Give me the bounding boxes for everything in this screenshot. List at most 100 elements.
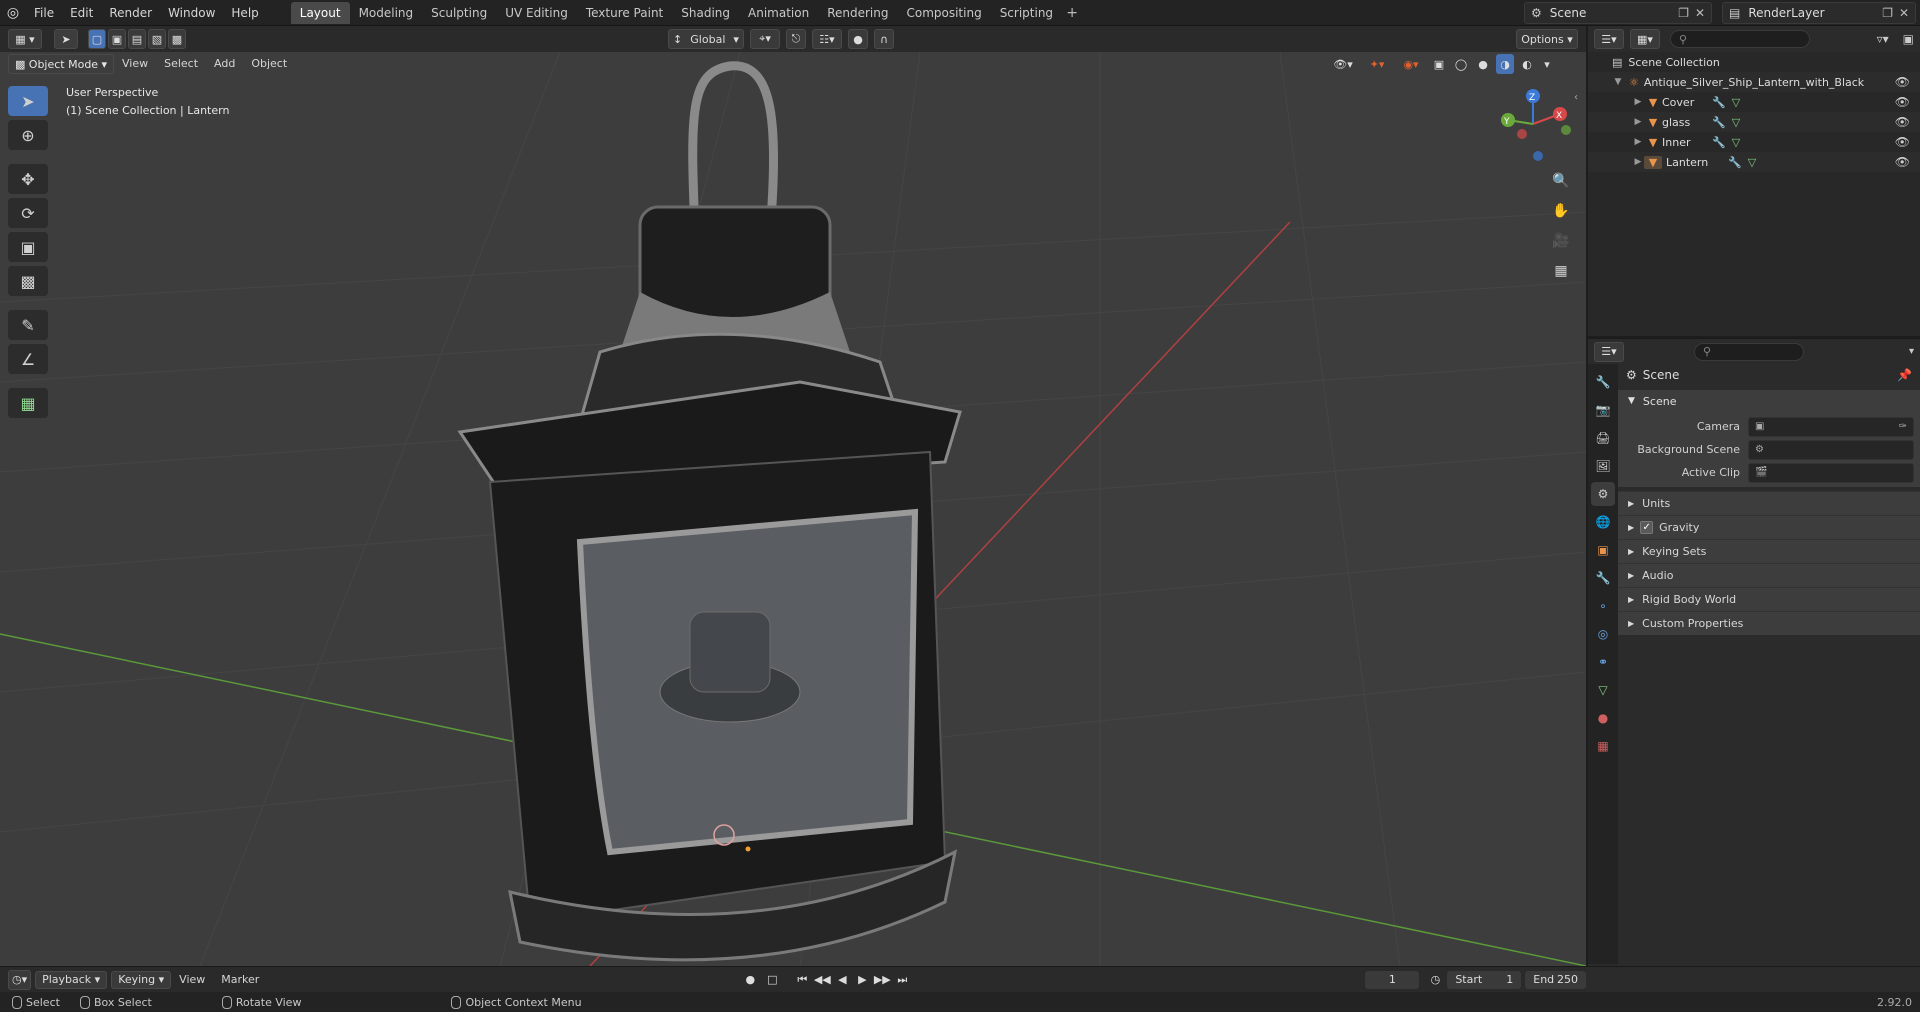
scale-tool-icon[interactable]: ▣ [8,232,48,262]
modifier-icon[interactable]: 🔧 [1712,136,1726,149]
close-icon[interactable]: ✕ [1899,6,1909,20]
select-box-tool-icon[interactable]: ➤ [8,86,48,116]
measure-tool-icon[interactable]: ∠ [8,344,48,374]
editor-type-button[interactable]: ▦ ▾ [8,29,42,49]
copy-icon[interactable]: ❐ [1678,6,1689,20]
tab-texture-paint[interactable]: Texture Paint [577,2,672,24]
camera-field[interactable]: ▣ ✑ [1748,416,1914,437]
viewport-menu-add[interactable]: Add [206,54,243,74]
eye-icon[interactable]: 👁 [1895,155,1910,169]
scene-selector[interactable]: ⚙ Scene ❐ ✕ [1524,2,1712,24]
transform-tool-icon[interactable]: ▩ [8,266,48,296]
display-mode-icon[interactable]: ☰▾ [1594,29,1624,49]
3d-viewport[interactable]: Z X Y User Perspective (1) Scene Collect… [0,52,1586,966]
chevron-right-icon[interactable]: ▶ [1632,97,1644,107]
clock-icon[interactable]: ◷ [1429,971,1441,989]
auto-key-icon[interactable]: □ [761,971,783,989]
view-layer-tab-icon[interactable]: 🖼 [1591,454,1615,478]
keying-dropdown[interactable]: Keying ▾ [111,970,172,989]
tab-layout[interactable]: Layout [290,1,350,24]
close-icon[interactable]: ✕ [1695,6,1705,20]
snap-target-icon[interactable]: ☷▾ [812,29,842,49]
rendered-shading-icon[interactable]: ◐ [1518,54,1536,74]
tab-sculpting[interactable]: Sculpting [422,2,496,24]
background-scene-field[interactable]: ⚙ [1748,439,1914,460]
cursor-tool-icon[interactable]: ⊕ [8,120,48,150]
editor-type-button[interactable]: ☰▾ [1594,341,1624,362]
filter-icon[interactable]: ▿▾ [1877,32,1889,46]
start-frame-field[interactable]: Start 1 [1447,970,1522,989]
add-cube-tool-icon[interactable]: ▦ [8,388,48,418]
custom-properties-panel[interactable]: ▶ Custom Properties [1618,611,1920,635]
camera-view-icon[interactable]: 🎥 [1548,228,1574,254]
solid-shading-icon[interactable]: ● [1474,54,1492,74]
units-panel[interactable]: ▶ Units [1618,491,1920,515]
outliner-object-inner[interactable]: ▶ ▼ Inner 🔧 ▽ 👁 [1588,132,1920,152]
timeline-menu-view[interactable]: View [171,973,213,986]
menu-help[interactable]: Help [223,2,266,24]
chevron-right-icon[interactable]: ▶ [1632,137,1644,147]
editor-type-button[interactable]: ◷▾ [8,969,32,990]
outliner-search-input[interactable]: ⚲ [1670,30,1810,48]
chevron-down-icon[interactable]: ▼ [1612,77,1624,87]
gravity-panel[interactable]: ▶ ✓ Gravity [1618,515,1920,539]
playback-dropdown[interactable]: Playback ▾ [35,970,108,989]
rigid-body-world-panel[interactable]: ▶ Rigid Body World [1618,587,1920,611]
wireframe-shading-icon[interactable]: ◯ [1452,54,1470,74]
new-collection-icon[interactable]: ▣ [1903,32,1914,46]
chevron-down-icon[interactable]: ▾ [1540,54,1554,74]
move-tool-icon[interactable]: ✥ [8,164,48,194]
tab-uv-editing[interactable]: UV Editing [496,2,577,24]
pin-icon[interactable]: 📌 [1897,368,1912,382]
jump-end-icon[interactable]: ⏭ [893,971,911,989]
next-keyframe-icon[interactable]: ▶▶ [873,971,891,989]
viewport-menu-object[interactable]: Object [243,54,295,74]
menu-render[interactable]: Render [101,2,160,24]
add-workspace-icon[interactable]: + [1062,2,1082,24]
physics-tab-icon[interactable]: ◎ [1591,622,1615,646]
audio-panel[interactable]: ▶ Audio [1618,563,1920,587]
gravity-checkbox[interactable]: ✓ [1640,521,1654,534]
pan-hand-icon[interactable]: ✋ [1548,198,1574,224]
modifier-icon[interactable]: 🔧 [1728,156,1742,169]
filter-type-icon[interactable]: ▦▾ [1630,29,1660,49]
chevron-right-icon[interactable]: ▶ [1632,117,1644,127]
options-dropdown[interactable]: Options ▾ [1516,29,1578,49]
current-frame-field[interactable]: 1 [1365,970,1420,989]
eye-icon[interactable]: 👁 [1895,115,1910,129]
world-tab-icon[interactable]: 🌐 [1591,510,1615,534]
visibility-icon[interactable]: 👁▾ [1328,54,1358,74]
select-extend-icon[interactable]: ▣ [108,29,126,49]
select-intersect-icon[interactable]: ▩ [168,29,186,49]
tab-modeling[interactable]: Modeling [350,2,423,24]
xray-icon[interactable]: ▣ [1430,54,1448,74]
overlays-icon[interactable]: ◉▾ [1396,54,1426,74]
eyedropper-icon[interactable]: ✑ [1899,421,1907,432]
mesh-data-icon[interactable]: ▽ [1748,156,1756,169]
lantern-model[interactable] [457,61,962,962]
outliner-object-glass[interactable]: ▶ ▼ glass 🔧 ▽ 👁 [1588,112,1920,132]
tab-rendering[interactable]: Rendering [818,2,897,24]
chevron-right-icon[interactable]: ▶ [1632,157,1644,167]
outliner-scene-collection[interactable]: ▤ Scene Collection [1588,52,1920,72]
select-tool-icon[interactable]: ➤ [54,29,78,49]
material-shading-icon[interactable]: ◑ [1496,54,1514,74]
output-tab-icon[interactable]: 🖨 [1591,426,1615,450]
play-reverse-icon[interactable]: ◀ [833,971,851,989]
scene-panel-header[interactable]: ▼ Scene [1618,390,1920,412]
outliner-object-lantern[interactable]: ▶ ▼ Lantern 🔧 ▽ 👁 [1588,152,1920,172]
mesh-data-icon[interactable]: ▽ [1732,116,1740,129]
active-clip-field[interactable]: 🎬 [1748,462,1914,483]
modifier-icon[interactable]: 🔧 [1712,116,1726,129]
scene-tab-icon[interactable]: ⚙ [1591,482,1615,506]
tab-scripting[interactable]: Scripting [991,2,1062,24]
outliner-object-cover[interactable]: ▶ ▼ Cover 🔧 ▽ 👁 [1588,92,1920,112]
snap-icon[interactable]: ⎋ [786,29,806,49]
modifier-tab-icon[interactable]: 🔧 [1591,566,1615,590]
blender-logo-icon[interactable]: ◎ [0,0,26,26]
play-icon[interactable]: ▶ [853,971,871,989]
prev-keyframe-icon[interactable]: ◀◀ [813,971,831,989]
particles-tab-icon[interactable]: ∘ [1591,594,1615,618]
end-frame-field[interactable]: End 250 [1525,970,1586,989]
select-subtract-icon[interactable]: ▤ [128,29,146,49]
